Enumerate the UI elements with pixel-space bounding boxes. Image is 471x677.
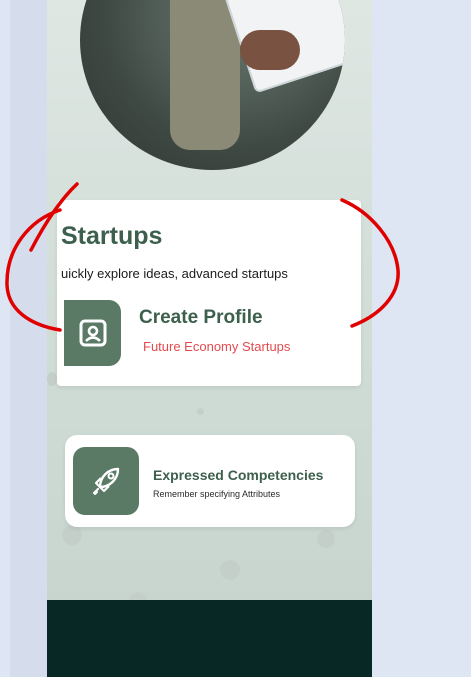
decorative-dot <box>220 560 240 580</box>
decorative-dot <box>197 408 204 415</box>
hero-image <box>80 0 345 170</box>
decorative-dot <box>317 530 335 548</box>
bottom-bar <box>47 600 372 677</box>
mobile-screen: Startups uickly explore ideas, advanced … <box>47 0 372 677</box>
decorative-dot <box>62 525 82 545</box>
create-profile-subtitle: Future Economy Startups <box>143 339 291 354</box>
competencies-card[interactable]: Expressed Competencies Remember specifyi… <box>65 435 355 527</box>
rocket-icon[interactable] <box>73 447 139 515</box>
create-profile-title[interactable]: Create Profile <box>139 307 263 329</box>
competencies-subtitle: Remember specifying Attributes <box>153 489 281 499</box>
decorative-dot <box>47 372 57 386</box>
page-left-gutter <box>10 0 47 677</box>
profile-id-icon[interactable] <box>64 300 121 366</box>
competencies-title[interactable]: Expressed Competencies <box>153 467 323 483</box>
section-subtitle: uickly explore ideas, advanced startups <box>61 266 288 281</box>
startups-card[interactable]: Startups uickly explore ideas, advanced … <box>57 200 361 386</box>
section-title: Startups <box>61 222 163 250</box>
